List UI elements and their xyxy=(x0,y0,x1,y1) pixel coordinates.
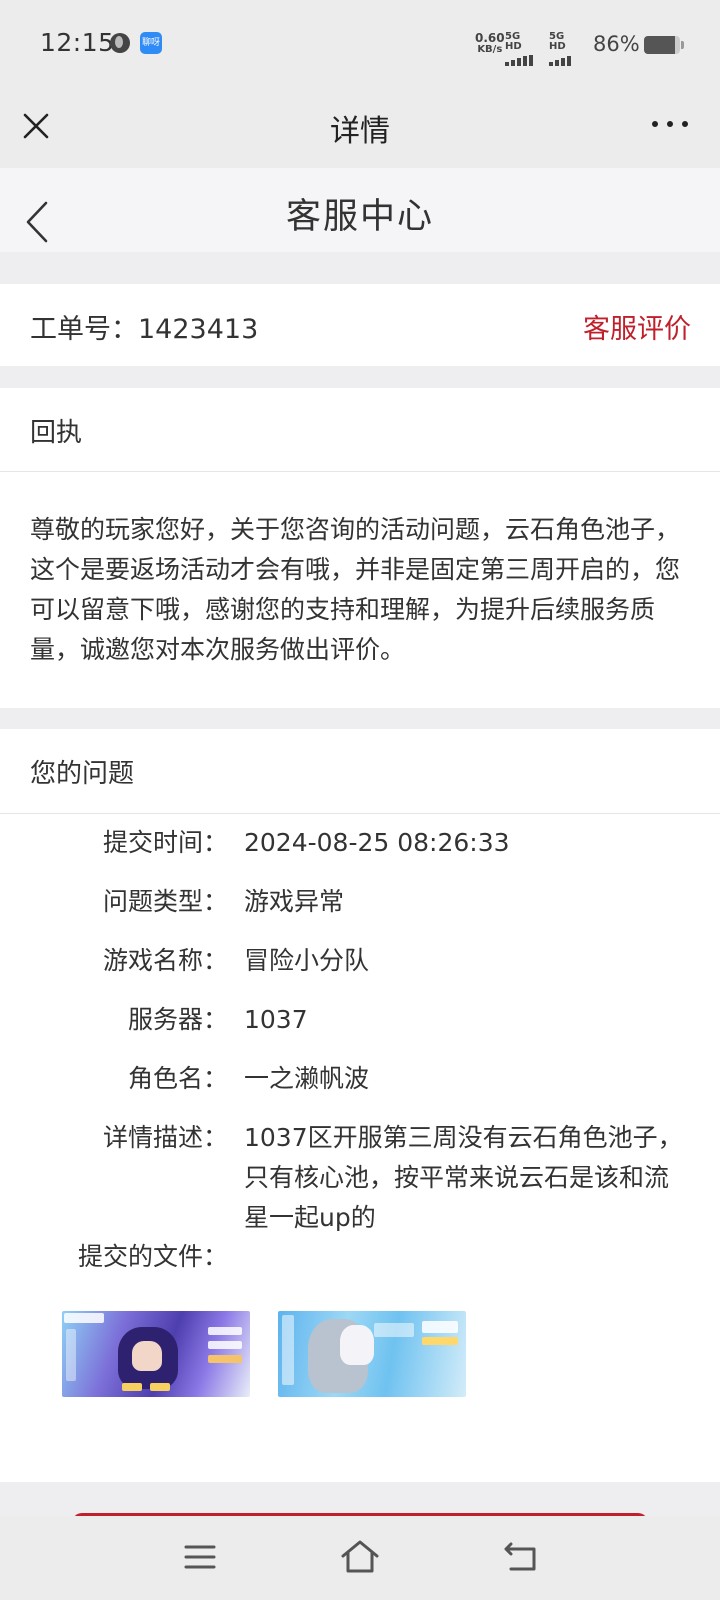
reply-card: 回执 尊敬的玩家您好，关于您咨询的活动问题，云石角色池子，这个是要返场活动才会有… xyxy=(0,388,720,708)
system-nav-bar xyxy=(0,1516,720,1600)
field-label: 游戏名称： xyxy=(102,946,228,975)
field-label: 提交时间： xyxy=(102,828,228,857)
reply-text: 尊敬的玩家您好，关于您咨询的活动问题，云石角色池子，这个是要返场活动才会有哦，并… xyxy=(30,515,681,664)
sim2-label: 5G HD xyxy=(549,31,566,52)
field-value: 冒险小分队 xyxy=(244,946,370,975)
battery-level-fill xyxy=(644,36,675,54)
status-time: 12:15 xyxy=(40,28,115,57)
question-card: 您的问题 提交时间： 2024-08-25 08:26:33 问题类型： 游戏异… xyxy=(0,729,720,1482)
battery-cap xyxy=(681,41,684,49)
field-label: 详情描述： xyxy=(102,1123,228,1152)
page-header: 客服中心 xyxy=(0,168,720,252)
field-label: 问题类型： xyxy=(102,887,228,916)
globe-icon xyxy=(110,33,130,53)
network-speed: 0.60 KB/s xyxy=(475,32,505,55)
battery-icon xyxy=(644,36,680,54)
back-icon[interactable] xyxy=(503,1540,537,1572)
status-bar: 12:15 聊呀 0.60 KB/s 5G HD 5G HD 86% xyxy=(0,0,720,88)
sim1-signal-icon: 5G HD xyxy=(505,31,539,66)
page-title: 客服中心 xyxy=(285,197,434,237)
reply-section-title: 回执 xyxy=(30,418,83,448)
question-section-title: 您的问题 xyxy=(30,759,135,789)
sim2-signal-icon: 5G HD xyxy=(549,31,583,66)
home-icon[interactable] xyxy=(340,1538,380,1574)
field-label: 提交的文件： xyxy=(77,1242,228,1271)
more-icon[interactable] xyxy=(652,121,688,129)
divider xyxy=(0,471,720,472)
field-label: 角色名： xyxy=(127,1064,228,1093)
ticket-card: 工单号：1423413 客服评价 xyxy=(0,284,720,366)
sim1-label: 5G HD xyxy=(505,31,522,52)
field-value: 游戏异常 xyxy=(244,887,345,916)
field-value: 1037 xyxy=(244,1005,308,1034)
top-bar: 详情 xyxy=(0,88,720,168)
app-notification-icon: 聊呀 xyxy=(140,32,162,54)
service-rating-link[interactable]: 客服评价 xyxy=(583,307,691,346)
attachment-thumbnail-2[interactable] xyxy=(278,1311,466,1397)
network-speed-value: 0.60 xyxy=(475,31,505,45)
field-label: 服务器： xyxy=(127,1005,228,1034)
top-bar-title: 详情 xyxy=(330,114,390,149)
field-value: 1037区开服第三周没有云石角色池子，只有核心池，按平常来说云石是该和流星一起u… xyxy=(244,1123,683,1232)
menu-icon[interactable] xyxy=(184,1544,216,1570)
divider xyxy=(0,813,720,814)
network-speed-unit: KB/s xyxy=(477,44,503,55)
ticket-number: 工单号：1423413 xyxy=(30,314,259,345)
attachment-thumbnail-1[interactable] xyxy=(62,1311,250,1397)
field-value: 一之濑帆波 xyxy=(244,1064,370,1093)
battery-percent: 86% xyxy=(593,32,640,56)
field-value: 2024-08-25 08:26:33 xyxy=(244,828,510,857)
